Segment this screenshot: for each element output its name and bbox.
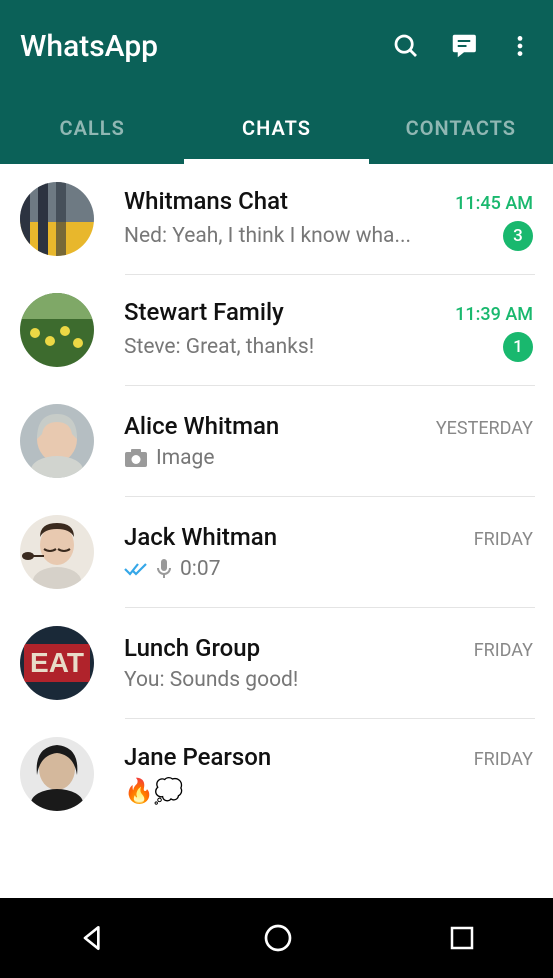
search-icon[interactable]: [391, 31, 421, 61]
back-button[interactable]: [77, 922, 109, 954]
unread-badge: 3: [503, 221, 533, 251]
camera-icon: [124, 448, 148, 468]
topbar-actions: [391, 31, 533, 61]
app-title: WhatsApp: [20, 29, 391, 64]
home-button[interactable]: [262, 922, 294, 954]
chat-item[interactable]: Jack Whitman FRIDAY: [0, 497, 553, 607]
chat-item[interactable]: Stewart Family 11:39 AM Steve: Great, th…: [0, 275, 553, 385]
svg-text:EAT: EAT: [30, 647, 84, 678]
chat-message-text: Image: [156, 446, 214, 470]
tab-calls[interactable]: CALLS: [0, 92, 184, 164]
avatar[interactable]: [20, 182, 94, 256]
chat-time: FRIDAY: [474, 749, 533, 770]
chat-time: YESTERDAY: [436, 418, 533, 439]
chat-message: Steve: Great, thanks!: [124, 335, 314, 359]
chat-item[interactable]: EAT Lunch Group FRIDAY You: Sounds good!: [0, 608, 553, 718]
chat-message: 🔥💭: [124, 777, 184, 805]
avatar[interactable]: [20, 515, 94, 589]
chat-content: Jack Whitman FRIDAY: [124, 523, 533, 581]
tabs: CALLS CHATS CONTACTS: [0, 92, 553, 164]
chat-content: Alice Whitman YESTERDAY Image: [124, 412, 533, 470]
chat-name: Alice Whitman: [124, 412, 279, 440]
app-header: WhatsApp CALLS CHATS: [0, 0, 553, 164]
new-chat-icon[interactable]: [449, 31, 479, 61]
chat-content: Whitmans Chat 11:45 AM Ned: Yeah, I thin…: [124, 187, 533, 251]
more-options-icon[interactable]: [507, 31, 533, 61]
chat-content: Jane Pearson FRIDAY 🔥💭: [124, 743, 533, 805]
tab-contacts[interactable]: CONTACTS: [369, 92, 553, 164]
chat-time: FRIDAY: [474, 529, 533, 550]
avatar[interactable]: [20, 737, 94, 811]
chat-message-text: 0:07: [180, 557, 221, 581]
chat-message: Image: [124, 446, 214, 470]
chat-item[interactable]: Jane Pearson FRIDAY 🔥💭: [0, 719, 553, 829]
avatar[interactable]: [20, 404, 94, 478]
chat-list: Whitmans Chat 11:45 AM Ned: Yeah, I thin…: [0, 164, 553, 829]
topbar: WhatsApp: [0, 0, 553, 92]
chat-name: Lunch Group: [124, 634, 260, 662]
chat-time: FRIDAY: [474, 640, 533, 661]
tab-chats[interactable]: CHATS: [184, 92, 368, 164]
avatar[interactable]: EAT: [20, 626, 94, 700]
chat-name: Stewart Family: [124, 298, 284, 326]
chat-message: You: Sounds good!: [124, 668, 298, 692]
chat-time: 11:39 AM: [455, 304, 533, 325]
android-navbar: [0, 898, 553, 978]
avatar[interactable]: [20, 293, 94, 367]
chat-item[interactable]: Alice Whitman YESTERDAY Image: [0, 386, 553, 496]
chat-name: Whitmans Chat: [124, 187, 288, 215]
chat-name: Jack Whitman: [124, 523, 277, 551]
unread-badge: 1: [503, 332, 533, 362]
chat-content: Lunch Group FRIDAY You: Sounds good!: [124, 634, 533, 692]
chat-item[interactable]: Whitmans Chat 11:45 AM Ned: Yeah, I thin…: [0, 164, 553, 274]
microphone-icon: [156, 558, 172, 580]
chat-message: Ned: Yeah, I think I know wha...: [124, 224, 411, 248]
read-receipt-icon: [124, 561, 148, 577]
overview-button[interactable]: [447, 923, 477, 953]
chat-message: 0:07: [124, 557, 221, 581]
chat-time: 11:45 AM: [455, 193, 533, 214]
chat-name: Jane Pearson: [124, 743, 271, 771]
chat-content: Stewart Family 11:39 AM Steve: Great, th…: [124, 298, 533, 362]
